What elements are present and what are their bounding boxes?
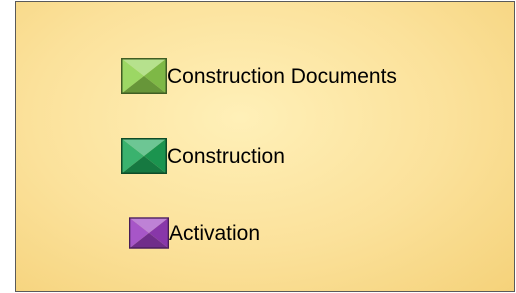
legend-panel: Construction Documents Construction Acti… — [15, 1, 515, 292]
construction-swatch-icon — [121, 138, 167, 174]
construction-documents-swatch-icon — [121, 58, 167, 94]
legend-label: Construction — [167, 144, 285, 168]
legend-item-activation: Activation — [129, 216, 260, 250]
legend-label: Activation — [169, 221, 261, 245]
legend-label: Construction Documents — [167, 64, 397, 88]
legend-item-construction-documents: Construction Documents — [121, 58, 397, 94]
activation-swatch-icon — [129, 217, 169, 249]
legend-item-construction: Construction — [121, 138, 285, 174]
